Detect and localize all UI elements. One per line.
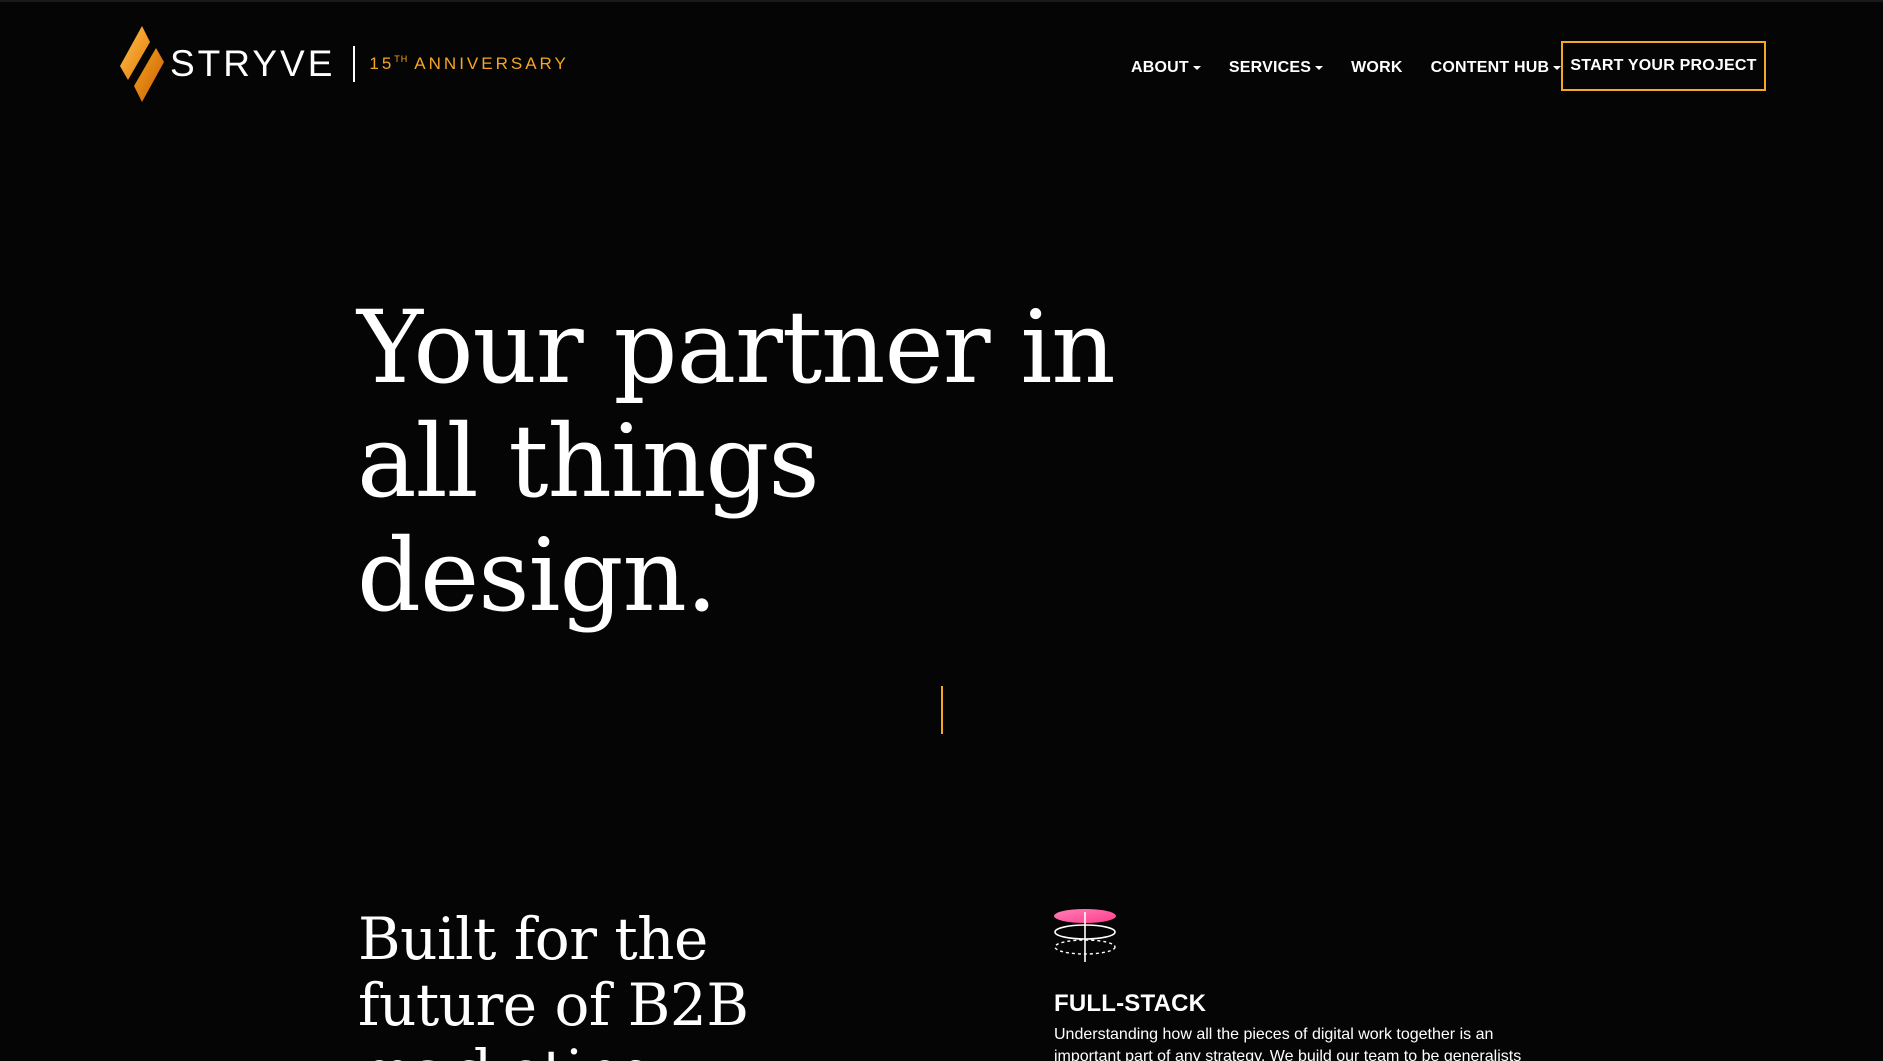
start-project-button[interactable]: START YOUR PROJECT (1561, 41, 1766, 91)
caret-down-icon (1192, 66, 1201, 70)
scroll-indicator (941, 686, 943, 734)
page: STRYVE 15 TH ANNIVERSARY ABOUT SERVICES … (0, 0, 1883, 1061)
nav-item-label: ABOUT (1131, 59, 1189, 76)
nav-item-work[interactable]: WORK (1351, 59, 1402, 77)
feature-title: FULL-STACK (1054, 990, 1207, 1017)
stryve-diamond-logo-icon (120, 26, 164, 102)
anniversary-suffix: TH (394, 54, 409, 64)
section-title-line: Built for the (358, 905, 708, 973)
nav-item-content-hub[interactable]: CONTENT HUB (1431, 59, 1562, 77)
hero-title-line: design. (357, 517, 718, 634)
logo-divider (353, 46, 356, 82)
nav-item-label: WORK (1351, 59, 1403, 76)
anniversary-label: 15 TH ANNIVERSARY (369, 54, 568, 74)
hero-title-line: Your partner in (357, 289, 1116, 406)
feature-description: Understanding how all the pieces of digi… (1054, 1026, 1522, 1061)
hero-title-line: all things (357, 403, 820, 520)
anniversary-text: ANNIVERSARY (414, 54, 569, 73)
nav-item-label: CONTENT HUB (1430, 59, 1550, 76)
brand-name: STRYVE (170, 43, 336, 84)
section-title-line: marketing. (358, 1037, 675, 1061)
caret-down-icon (1315, 66, 1324, 70)
nav-item-services[interactable]: SERVICES (1228, 59, 1324, 77)
hero-title: Your partner in all things design. (357, 291, 1177, 633)
top-border (0, 0, 1883, 2)
main-nav: ABOUT SERVICES WORK CONTENT HUB (1131, 42, 1589, 94)
full-stack-layers-icon (1054, 909, 1116, 962)
anniversary-number: 15 (369, 54, 395, 73)
logo[interactable]: STRYVE 15 TH ANNIVERSARY (120, 26, 569, 102)
section-title: Built for the future of B2B marketing. (358, 906, 858, 1061)
nav-item-about[interactable]: ABOUT (1131, 59, 1201, 77)
section-title-line: future of B2B (358, 971, 749, 1039)
nav-item-label: SERVICES (1228, 59, 1312, 76)
